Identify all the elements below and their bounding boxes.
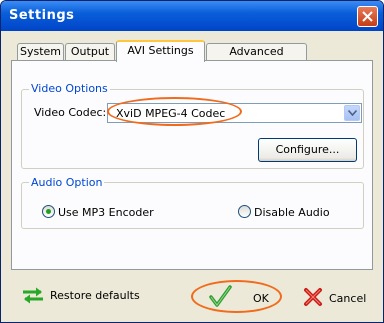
disable-audio-label[interactable]: Disable Audio	[254, 206, 330, 219]
dropdown-arrow-button[interactable]	[344, 105, 360, 121]
use-mp3-radio[interactable]	[42, 205, 55, 218]
cancel-label: Cancel	[329, 292, 367, 305]
settings-window: Settings System Output AVI Settings Adva…	[0, 0, 384, 323]
chevron-down-icon	[348, 110, 357, 116]
close-button[interactable]	[357, 6, 378, 27]
disable-audio-radio[interactable]	[238, 205, 251, 218]
restore-arrows-icon	[23, 287, 43, 304]
window-title: Settings	[9, 8, 75, 23]
video-options-title: Video Options	[29, 82, 110, 95]
configure-button-label: Configure...	[275, 143, 340, 156]
tab-avi-settings[interactable]: AVI Settings	[116, 40, 205, 62]
audio-option-title: Audio Option	[29, 176, 105, 189]
tab-output[interactable]: Output	[65, 43, 115, 60]
title-bar[interactable]: Settings	[1, 1, 383, 31]
close-icon	[362, 11, 373, 22]
restore-defaults-label: Restore defaults	[50, 289, 140, 302]
tab-avi-settings-label: AVI Settings	[127, 44, 194, 57]
restore-defaults-button[interactable]: Restore defaults	[19, 285, 154, 307]
configure-button[interactable]: Configure...	[258, 138, 357, 162]
use-mp3-label[interactable]: Use MP3 Encoder	[58, 206, 154, 219]
tab-system-label: System	[19, 45, 62, 58]
tab-system[interactable]: System	[17, 43, 64, 60]
cancel-button[interactable]: Cancel	[301, 285, 371, 311]
radio-selected-dot	[46, 209, 51, 214]
video-codec-label: Video Codec:	[34, 106, 107, 119]
tab-advanced-options[interactable]: Advanced Options	[206, 43, 307, 73]
ok-highlight-annotation	[191, 280, 282, 313]
tab-output-label: Output	[70, 45, 110, 58]
codec-highlight-annotation	[107, 97, 242, 126]
red-x-icon	[304, 288, 322, 306]
